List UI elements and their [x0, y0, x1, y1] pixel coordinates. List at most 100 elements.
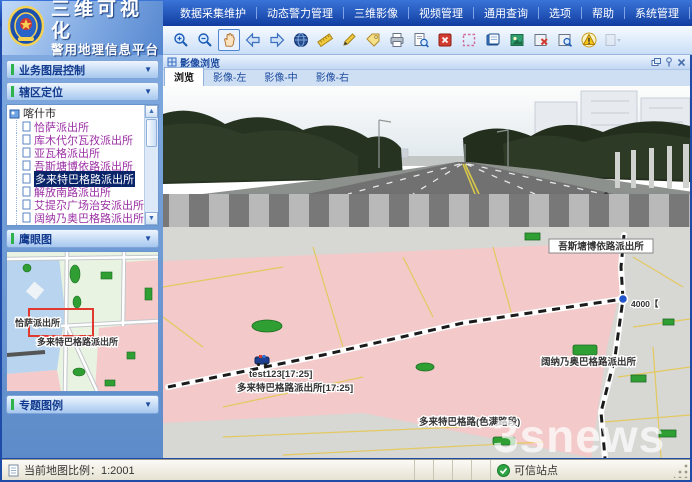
document-icon — [22, 160, 31, 171]
book-layers-icon[interactable] — [482, 29, 504, 51]
panel-accent-bar — [11, 64, 14, 75]
pin-icon[interactable] — [665, 57, 673, 67]
map-label-marker-line1: test123[17:25] — [249, 369, 312, 380]
menu-item-help[interactable]: 帮助 — [582, 2, 624, 24]
document-icon — [22, 173, 31, 184]
document-icon — [22, 147, 31, 158]
edit-pencil-icon[interactable] — [338, 29, 360, 51]
map-label-right-edge: 4000【 — [631, 299, 659, 309]
app-window: 三维可视化 警用地理信息平台 数据采集维护 动态警力管理 三维影像 视频管理 通… — [0, 0, 692, 482]
map-junction-marker[interactable] — [619, 295, 628, 304]
map-label-mid-right: 阔纳乃奥巴格路派出所 — [541, 356, 637, 368]
printer-icon[interactable] — [386, 29, 408, 51]
menu-item-data-maintenance[interactable]: 数据采集维护 — [170, 2, 256, 24]
resize-grip[interactable] — [674, 462, 690, 478]
menu-item-system[interactable]: 系统管理 — [625, 2, 689, 24]
chevron-down-icon[interactable]: ▼ — [144, 234, 152, 243]
panel-layer-control-label: 业务图层控制 — [19, 62, 85, 78]
left-sidebar: 业务图层控制 ▼ 辖区定位 ▼ 喀什市 恰萨派出所 库木代尔瓦孜派出所 亚瓦格派… — [2, 55, 163, 458]
menu-item-police-force[interactable]: 动态警力管理 — [257, 2, 343, 24]
panel-accent-bar — [11, 86, 14, 97]
main-viewer: 影像浏览 浏览 影像-左 影像-中 影像-右 — [163, 55, 690, 458]
document-icon — [22, 186, 31, 197]
delete-red-icon[interactable] — [434, 29, 456, 51]
image-view-icon[interactable] — [506, 29, 528, 51]
district-tree: 喀什市 恰萨派出所 库木代尔瓦孜派出所 亚瓦格派出所 吾斯塘博依路派出所 多来特… — [6, 104, 159, 226]
menu-bar: 数据采集维护 动态警力管理 三维影像 视频管理 通用查询 选项 帮助 系统管理 — [170, 2, 690, 23]
map-toolbar — [163, 26, 692, 55]
more-tools-icon[interactable] — [602, 29, 624, 51]
tab-image-right[interactable]: 影像-右 — [307, 68, 358, 86]
panel-accent-bar — [11, 399, 14, 410]
document-icon — [22, 225, 31, 226]
overview-label-chasa: 恰萨派出所 — [15, 317, 60, 328]
panel-accent-bar — [11, 233, 14, 244]
app-title: 三维可视化 — [51, 0, 163, 43]
chevron-down-icon[interactable]: ▼ — [144, 400, 152, 409]
police-badge-icon — [6, 4, 46, 53]
overview-label-duolaitebage: 多来特巴格路派出所 — [37, 336, 118, 347]
menu-item-query[interactable]: 通用查询 — [474, 2, 538, 24]
pan-hand-icon[interactable] — [218, 29, 240, 51]
watermark: 3snews — [493, 410, 665, 458]
select-marquee-icon[interactable] — [458, 29, 480, 51]
tab-browse[interactable]: 浏览 — [164, 67, 204, 86]
scroll-down-icon[interactable]: ▼ — [145, 212, 158, 225]
app-subtitle: 警用地理信息平台 — [51, 43, 163, 58]
chevron-down-icon[interactable]: ▼ — [144, 65, 152, 74]
city-node-icon — [9, 108, 20, 119]
close-icon[interactable] — [677, 58, 686, 67]
panel-thematic-legend[interactable]: 专题图例 ▼ — [6, 395, 159, 414]
menu-item-video[interactable]: 视频管理 — [409, 2, 473, 24]
zoom-out-icon[interactable] — [194, 29, 216, 51]
tab-image-left[interactable]: 影像-左 — [204, 68, 255, 86]
chevron-down-icon[interactable]: ▼ — [144, 87, 152, 96]
document-icon — [22, 134, 31, 145]
panel-eagle-eye[interactable]: 鹰眼图 ▼ — [6, 229, 159, 248]
map-label-marker-line2: 多来特巴格路派出所[17:25] — [237, 382, 353, 394]
panel-layer-control[interactable]: 业务图层控制 ▼ — [6, 60, 159, 79]
panel-district-locate-label: 辖区定位 — [19, 84, 63, 100]
security-zone-label: 可信站点 — [514, 462, 558, 478]
menu-item-3d-imagery[interactable]: 三维影像 — [344, 2, 408, 24]
panel-eagle-eye-label: 鹰眼图 — [19, 231, 52, 247]
document-icon — [22, 212, 31, 223]
police-car-marker[interactable] — [255, 355, 269, 366]
tree-scrollbar[interactable]: ▲ ▼ — [144, 105, 158, 225]
trusted-site-check-icon — [497, 464, 510, 477]
forward-arrow-icon[interactable] — [266, 29, 288, 51]
app-logo: 三维可视化 警用地理信息平台 — [2, 1, 163, 55]
viewer-tabs: 浏览 影像-左 影像-中 影像-右 — [163, 70, 690, 86]
globe-search-icon[interactable] — [290, 29, 312, 51]
measure-ruler-icon[interactable] — [314, 29, 336, 51]
zoom-in-icon[interactable] — [170, 29, 192, 51]
scroll-up-icon[interactable]: ▲ — [145, 105, 158, 118]
label-tag-icon[interactable] — [362, 29, 384, 51]
tab-image-center[interactable]: 影像-中 — [255, 68, 306, 86]
alarm-warning-icon[interactable] — [578, 29, 600, 51]
query-search-icon[interactable] — [410, 29, 432, 51]
page-status-icon — [8, 464, 20, 477]
statusbar-segment — [471, 460, 490, 480]
float-window-icon[interactable] — [651, 58, 661, 67]
overview-map[interactable]: 恰萨派出所 多来特巴格路派出所 — [6, 251, 159, 392]
statusbar-segment — [414, 460, 433, 480]
status-bar: 当前地图比例：1:2001 可信站点 — [2, 459, 690, 480]
statusbar-segment — [433, 460, 452, 480]
panel-thematic-legend-label: 专题图例 — [19, 397, 63, 413]
map-label-top-right: 吾斯塘博依路派出所 — [558, 241, 644, 253]
panel-grid-icon — [167, 57, 177, 67]
map-close-icon[interactable] — [530, 29, 552, 51]
map-canvas[interactable]: 吾斯塘博依路派出所 阔纳乃奥巴格路派出所 test123[17:25] 多来特巴… — [163, 227, 690, 458]
scroll-thumb[interactable] — [146, 119, 157, 147]
back-arrow-icon[interactable] — [242, 29, 264, 51]
map-search-icon[interactable] — [554, 29, 576, 51]
document-icon — [22, 199, 31, 210]
panel-district-locate[interactable]: 辖区定位 ▼ — [6, 82, 159, 101]
map-scale-label: 当前地图比例：1:2001 — [24, 462, 135, 478]
document-icon — [22, 121, 31, 132]
street-photo[interactable] — [163, 86, 690, 227]
statusbar-segment — [452, 460, 471, 480]
tree-item-station[interactable]: 东门派出所 — [9, 224, 158, 226]
menu-item-options[interactable]: 选项 — [539, 2, 581, 24]
